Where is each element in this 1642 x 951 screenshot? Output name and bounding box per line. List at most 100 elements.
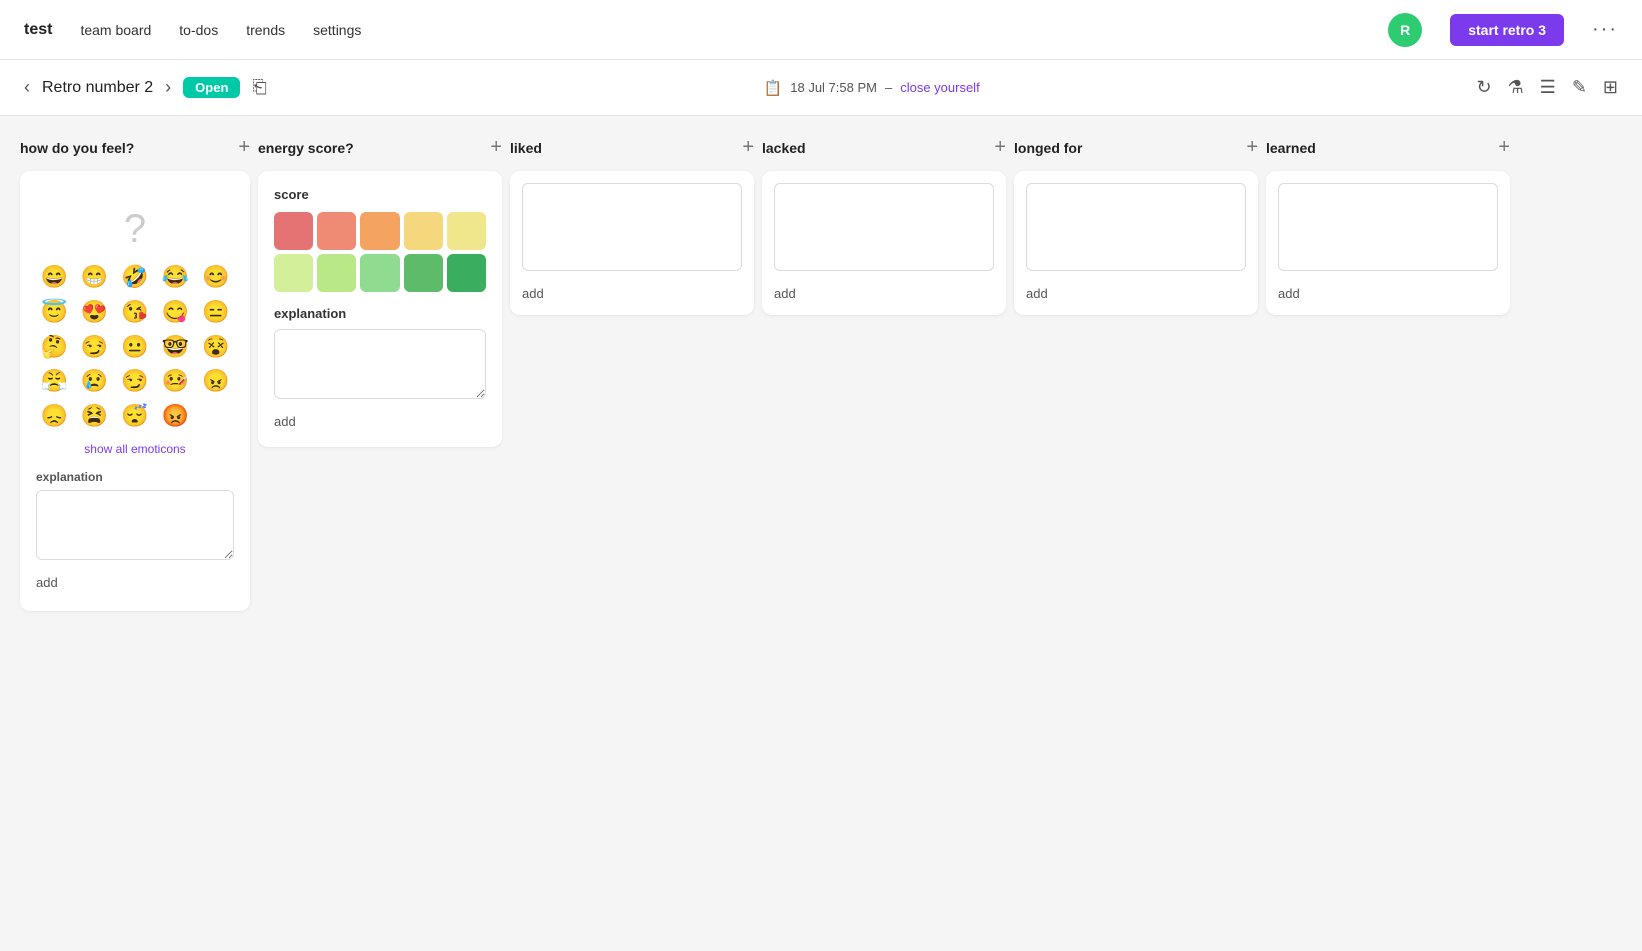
score-8[interactable] — [360, 254, 399, 292]
longed-for-add-column-button[interactable]: + — [1246, 136, 1258, 159]
emoji-6[interactable]: 😍 — [76, 297, 112, 328]
learned-column-header: learned + — [1266, 136, 1510, 159]
energy-explanation-label: explanation — [274, 306, 486, 321]
learned-add-column-button[interactable]: + — [1498, 136, 1510, 159]
score-7[interactable] — [317, 254, 356, 292]
score-6[interactable] — [274, 254, 313, 292]
longed-for-add-link[interactable]: add — [1026, 286, 1048, 301]
emoji-14[interactable]: 😵 — [198, 332, 234, 363]
learned-column-title: learned — [1266, 140, 1316, 156]
score-3[interactable] — [360, 212, 399, 250]
score-9[interactable] — [404, 254, 443, 292]
emoji-13[interactable]: 🤓 — [157, 332, 193, 363]
list-button[interactable]: ☰ — [1540, 77, 1556, 98]
emoji-16[interactable]: 😢 — [76, 366, 112, 397]
longed-for-input[interactable] — [1026, 183, 1246, 271]
sub-nav-right: ↻ ⚗ ☰ ✎ ⊞ — [1476, 77, 1618, 98]
liked-column-title: liked — [510, 140, 542, 156]
liked-column-header: liked + — [510, 136, 754, 159]
expand-button[interactable]: ⊞ — [1603, 77, 1618, 98]
refresh-button[interactable]: ↻ — [1476, 77, 1491, 98]
nav-settings[interactable]: settings — [313, 22, 361, 38]
lacked-card: add — [762, 171, 1006, 315]
column-liked: liked + add — [510, 136, 754, 315]
feel-add-link[interactable]: add — [36, 575, 58, 590]
emoji-2[interactable]: 🤣 — [117, 262, 153, 293]
emoji-3[interactable]: 😂 — [157, 262, 193, 293]
score-10[interactable] — [447, 254, 486, 292]
feel-column-title: how do you feel? — [20, 140, 134, 156]
feel-column-header: how do you feel? + — [20, 136, 250, 159]
emoji-11[interactable]: 😏 — [76, 332, 112, 363]
retro-title: Retro number 2 — [42, 79, 153, 97]
sub-nav-center: 📋 18 Jul 7:58 PM – close yourself — [279, 79, 1465, 97]
retro-datetime: 18 Jul 7:58 PM — [790, 80, 877, 95]
energy-add-link[interactable]: add — [274, 414, 296, 429]
energy-column-header: energy score? + — [258, 136, 502, 159]
learned-input[interactable] — [1278, 183, 1498, 271]
emoji-grid: 😄 😁 🤣 😂 😊 😇 😍 😘 😋 😑 🤔 😏 😐 🤓 😵 😤 😢 😏 🤒 — [36, 262, 234, 432]
liked-add-link[interactable]: add — [522, 286, 544, 301]
share-button[interactable]: ⎗ — [252, 77, 266, 98]
avatar: R — [1388, 13, 1422, 47]
open-status-badge[interactable]: Open — [183, 77, 240, 98]
emoji-23[interactable]: 😡 — [157, 401, 193, 432]
emoji-10[interactable]: 🤔 — [36, 332, 72, 363]
edit-button[interactable]: ✎ — [1572, 77, 1587, 98]
energy-explanation-input[interactable] — [274, 329, 486, 399]
lacked-add-link[interactable]: add — [774, 286, 796, 301]
emoji-22[interactable]: 😴 — [117, 401, 153, 432]
longed-for-column-title: longed for — [1014, 140, 1082, 156]
emoji-12[interactable]: 😐 — [117, 332, 153, 363]
liked-add-column-button[interactable]: + — [742, 136, 754, 159]
score-1[interactable] — [274, 212, 313, 250]
longed-for-card: add — [1014, 171, 1258, 315]
emoji-8[interactable]: 😋 — [157, 297, 193, 328]
feel-explanation-label: explanation — [36, 470, 234, 484]
score-4[interactable] — [404, 212, 443, 250]
calendar-icon: 📋 — [764, 79, 783, 97]
liked-card: add — [510, 171, 754, 315]
emoji-7[interactable]: 😘 — [117, 297, 153, 328]
close-yourself-link[interactable]: close yourself — [900, 80, 979, 95]
emoji-17[interactable]: 😏 — [117, 366, 153, 397]
start-retro-button[interactable]: start retro 3 — [1450, 14, 1564, 46]
separator: – — [885, 80, 892, 95]
column-longed-for: longed for + add — [1014, 136, 1258, 315]
emoji-15[interactable]: 😤 — [36, 366, 72, 397]
filter-button[interactable]: ⚗ — [1508, 77, 1524, 98]
column-energy: energy score? + score explanation add — [258, 136, 502, 447]
energy-column-title: energy score? — [258, 140, 354, 156]
score-2[interactable] — [317, 212, 356, 250]
energy-add-column-button[interactable]: + — [490, 136, 502, 159]
nav-team-board[interactable]: team board — [80, 22, 151, 38]
prev-retro-button[interactable]: ‹ — [24, 77, 30, 98]
emoji-20[interactable]: 😞 — [36, 401, 72, 432]
show-all-emoticons-link[interactable]: show all emoticons — [36, 442, 234, 456]
emoji-0[interactable]: 😄 — [36, 262, 72, 293]
liked-input[interactable] — [522, 183, 742, 271]
emoji-4[interactable]: 😊 — [198, 262, 234, 293]
lacked-column-header: lacked + — [762, 136, 1006, 159]
learned-add-link[interactable]: add — [1278, 286, 1300, 301]
column-learned: learned + add — [1266, 136, 1510, 315]
emoji-18[interactable]: 🤒 — [157, 366, 193, 397]
column-lacked: lacked + add — [762, 136, 1006, 315]
score-color-grid — [274, 212, 486, 292]
lacked-input[interactable] — [774, 183, 994, 271]
next-retro-button[interactable]: › — [165, 77, 171, 98]
emoji-21[interactable]: 😫 — [76, 401, 112, 432]
more-menu-button[interactable]: ··· — [1592, 18, 1618, 41]
learned-card: add — [1266, 171, 1510, 315]
score-5[interactable] — [447, 212, 486, 250]
emoji-9[interactable]: 😑 — [198, 297, 234, 328]
nav-trends[interactable]: trends — [246, 22, 285, 38]
lacked-add-column-button[interactable]: + — [994, 136, 1006, 159]
feel-add-column-button[interactable]: + — [238, 136, 250, 159]
emoji-1[interactable]: 😁 — [76, 262, 112, 293]
energy-card: score explanation add — [258, 171, 502, 447]
nav-todos[interactable]: to-dos — [179, 22, 218, 38]
emoji-5[interactable]: 😇 — [36, 297, 72, 328]
feel-explanation-input[interactable] — [36, 490, 234, 560]
emoji-19[interactable]: 😠 — [198, 366, 234, 397]
